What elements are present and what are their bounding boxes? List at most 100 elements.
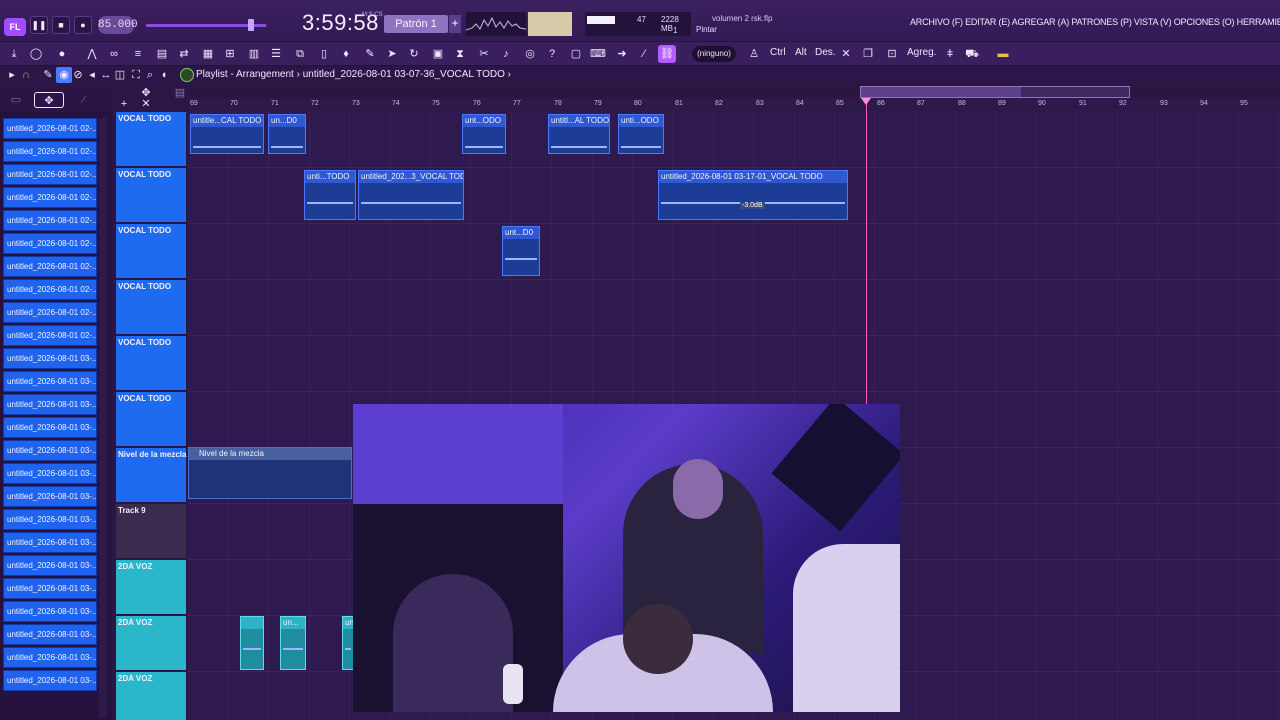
automation-clip[interactable]: Nivel de la mezcla [188, 447, 352, 499]
add-clip-icon[interactable]: ⊡ [884, 46, 900, 62]
tempo-display[interactable]: 85.000 [98, 16, 138, 34]
audio-clip[interactable]: untitled_2026-08-01 03-17-01_VOCAL TODO [658, 170, 848, 220]
stamp-icon[interactable]: ♙ [746, 46, 762, 62]
piano-roll-icon[interactable]: ▥ [246, 46, 262, 62]
audio-clip[interactable] [240, 616, 264, 670]
browser-file-item[interactable]: untitled_2026-08-01 03-... [3, 371, 97, 392]
track-header[interactable]: VOCAL TODO [116, 224, 186, 279]
fl-logo-button[interactable]: FL [4, 18, 26, 36]
slice-tool-icon[interactable]: ◫ [112, 67, 128, 83]
playlist-icon[interactable]: ☰ [268, 46, 284, 62]
chat-icon[interactable]: ◎ [522, 46, 538, 62]
stop-icon[interactable]: ■ [52, 16, 70, 34]
track-header[interactable]: Nivel de la mezcla [116, 448, 186, 503]
channel-rack-icon[interactable]: ⊞ [222, 46, 238, 62]
browser-file-item[interactable]: untitled_2026-08-01 03-... [3, 601, 97, 622]
audio-clip[interactable]: unti...ODO [618, 114, 664, 154]
alt-button[interactable]: Alt [795, 47, 807, 58]
audio-clip[interactable]: untitl...AL TODO [548, 114, 610, 154]
track-header[interactable]: 2DA VOZ [116, 560, 186, 615]
keyboard-icon[interactable]: ⌨ [590, 46, 606, 62]
plugin-picker-icon[interactable]: ♦ [338, 46, 354, 62]
loop-icon[interactable]: ∞ [106, 46, 122, 62]
track-header[interactable]: VOCAL TODO [116, 112, 186, 167]
next-icon[interactable]: ➜ [614, 46, 630, 62]
browser-file-item[interactable]: untitled_2026-08-01 03-... [3, 486, 97, 507]
browser-file-item[interactable]: untitled_2026-08-01 02-... [3, 141, 97, 162]
browser-file-item[interactable]: untitled_2026-08-01 03-... [3, 578, 97, 599]
mixer-icon[interactable]: ▦ [200, 46, 216, 62]
browser-move-icon[interactable]: ✥ [34, 92, 64, 108]
browser-search-icon[interactable]: ⁄ [76, 92, 92, 108]
browser-file-item[interactable]: untitled_2026-08-01 03-... [3, 417, 97, 438]
playlist-scrollbar[interactable] [860, 86, 1130, 98]
cut-icon[interactable]: ✂ [476, 46, 492, 62]
track-header[interactable]: VOCAL TODO [116, 392, 186, 447]
browser-file-item[interactable]: untitled_2026-08-01 03-... [3, 440, 97, 461]
step-icon[interactable]: ≡ [130, 46, 146, 62]
close-icon[interactable]: ✕ [838, 46, 854, 62]
audio-clip[interactable]: untitle...CAL TODO [190, 114, 264, 154]
snap-icon[interactable]: ⋀ [84, 46, 100, 62]
scroll-left-icon[interactable]: ▤ [172, 85, 188, 101]
browser-file-item[interactable]: untitled_2026-08-01 03-... [3, 394, 97, 415]
browser-file-item[interactable]: untitled_2026-08-01 03-... [3, 670, 97, 691]
browser-scrollbar[interactable] [99, 118, 107, 718]
record-mode-icon[interactable]: ● [54, 46, 70, 62]
track-header[interactable]: 2DA VOZ [116, 672, 186, 720]
main-menu[interactable]: ARCHIVO (F) EDITAR (E) AGREGAR (A) PATRO… [910, 17, 1280, 27]
browser-file-item[interactable]: untitled_2026-08-01 03-... [3, 509, 97, 530]
record-icon[interactable]: ● [74, 16, 92, 34]
file-icon[interactable]: ▯ [316, 46, 332, 62]
browser-file-item[interactable]: untitled_2026-08-01 02-... [3, 256, 97, 277]
browser-file-item[interactable]: untitled_2026-08-01 02-... [3, 187, 97, 208]
tempo-tap-icon[interactable]: ⧗ [452, 46, 468, 62]
link-icon[interactable]: ⛓ [658, 45, 676, 63]
browser-file-item[interactable]: untitled_2026-08-01 03-... [3, 624, 97, 645]
timeline-ruler[interactable]: 69 70 71 72 73 74 75 76 77 78 79 80 81 82 83 84 85 86 87 88… [188, 98, 1280, 112]
pattern-none-selector[interactable]: (ninguno) [692, 46, 736, 62]
pattern-selector[interactable]: Patrón 1 [384, 15, 448, 33]
audio-clip[interactable]: unt...D0 [502, 226, 540, 276]
browser-file-item[interactable]: untitled_2026-08-01 02-... [3, 118, 97, 139]
master-volume-knob[interactable] [248, 19, 254, 31]
download-icon[interactable]: ⤓ [6, 46, 22, 62]
track-lane[interactable] [188, 112, 1280, 168]
ctrl-button[interactable]: Ctrl [770, 47, 786, 58]
track-lane[interactable] [188, 280, 1280, 336]
save-icon[interactable]: ▣ [430, 46, 446, 62]
plugins-icon[interactable]: ⧉ [292, 46, 308, 62]
audio-clip[interactable]: unti...TODO [304, 170, 356, 220]
metronome-icon[interactable]: ◯ [28, 46, 44, 62]
browser-file-item[interactable]: untitled_2026-08-01 03-... [3, 348, 97, 369]
scroll-thumb[interactable] [861, 87, 1021, 97]
browser-file-item[interactable]: untitled_2026-08-01 02-... [3, 210, 97, 231]
browser-file-item[interactable]: untitled_2026-08-01 02-... [3, 325, 97, 346]
pause-icon[interactable]: ❚❚ [30, 16, 48, 34]
add-pattern-button[interactable]: + [449, 15, 461, 33]
clone-icon[interactable]: ❐ [860, 46, 876, 62]
window-icon[interactable]: ▢ [568, 46, 584, 62]
add-track-icon[interactable]: + [116, 96, 132, 112]
track-header[interactable]: Track 9 [116, 504, 186, 559]
deselect-button[interactable]: Des. [815, 47, 836, 58]
brush-icon[interactable]: ⁄ [636, 46, 652, 62]
audio-clip[interactable]: untitled_202...3_VOCAL TODO [358, 170, 464, 220]
track-header[interactable]: 2DA VOZ [116, 616, 186, 671]
playhead-marker[interactable] [861, 98, 871, 105]
cart-icon[interactable]: ⛟ [964, 46, 980, 62]
playback-tool-icon[interactable]: ◖ [156, 67, 172, 83]
help-icon[interactable]: ? [544, 46, 560, 62]
browser-file-item[interactable]: untitled_2026-08-01 03-... [3, 463, 97, 484]
browser-file-item[interactable]: untitled_2026-08-01 02-... [3, 233, 97, 254]
add-button[interactable]: Agreg. [907, 47, 936, 58]
track-header[interactable]: VOCAL TODO [116, 280, 186, 335]
audio-clip[interactable]: un...D0 [268, 114, 306, 154]
close-track-icon[interactable]: ✕ [138, 96, 154, 112]
track-lane[interactable] [188, 336, 1280, 392]
browser-file-item[interactable]: untitled_2026-08-01 02-... [3, 302, 97, 323]
pencil-icon[interactable]: ✎ [362, 46, 378, 62]
arrow-icon[interactable]: ➤ [384, 46, 400, 62]
refresh-icon[interactable]: ↻ [406, 46, 422, 62]
browser-file-item[interactable]: untitled_2026-08-01 03-... [3, 532, 97, 553]
